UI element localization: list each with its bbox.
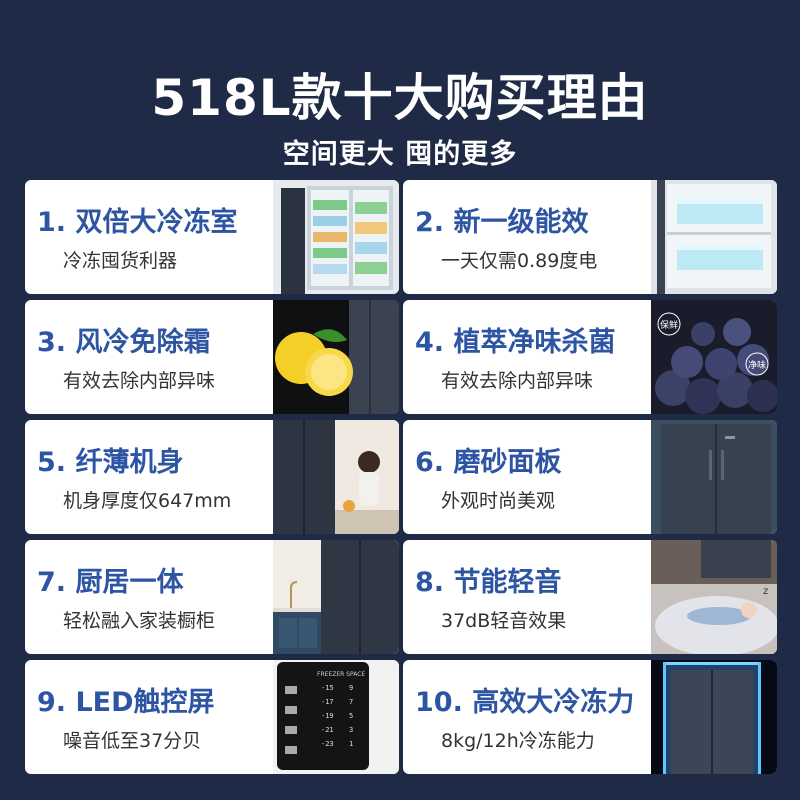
reason-card-10: 10. 高效大冷冻力 8kg/12h冷冻能力 bbox=[403, 660, 777, 774]
panel-temp: -21 bbox=[321, 726, 334, 734]
reason-card-8: 8. 节能轻音 37dB轻音效果 z bbox=[403, 540, 777, 654]
panel-temp: -15 bbox=[321, 684, 334, 692]
page-title: 518L款十大购买理由 bbox=[151, 69, 649, 127]
reason-card-9: 9. LED触控屏 噪音低至37分贝 FREEZER SPACE -15 -17… bbox=[25, 660, 399, 774]
reason-card-2: 2. 新一级能效 一天仅需0.89度电 bbox=[403, 180, 777, 294]
reason-title: 3. 风冷免除霜 bbox=[37, 327, 211, 358]
reason-title: 10. 高效大冷冻力 bbox=[415, 687, 635, 718]
open-fridge-storage-image bbox=[273, 180, 399, 294]
blueberries-image: 保鲜 净味 bbox=[651, 300, 777, 414]
glowing-fridge-image bbox=[651, 660, 777, 774]
panel-temp: -17 bbox=[321, 698, 334, 706]
panel-num: 7 bbox=[349, 698, 353, 706]
reason-card-5: 5. 纤薄机身 机身厚度仅647mm bbox=[25, 420, 399, 534]
reason-desc: 噪音低至37分贝 bbox=[63, 730, 202, 752]
reason-title: 7. 厨居一体 bbox=[37, 567, 184, 598]
reason-card-1: 1. 双倍大冷冻室 冷冻囤货利器 bbox=[25, 180, 399, 294]
reason-title: 2. 新一级能效 bbox=[415, 207, 589, 238]
frosted-panel-fridge-image bbox=[651, 420, 777, 534]
reason-title: 9. LED触控屏 bbox=[37, 687, 215, 718]
clean-badge: 净味 bbox=[748, 359, 766, 371]
kitchen-cabinet-fridge-image bbox=[273, 540, 399, 654]
lemon-fridge-image bbox=[273, 300, 399, 414]
woman-kitchen-fridge-image bbox=[273, 420, 399, 534]
reason-title: 4. 植萃净味杀菌 bbox=[415, 327, 616, 358]
panel-temp: -19 bbox=[321, 712, 334, 720]
reason-desc: 37dB轻音效果 bbox=[441, 610, 567, 632]
reason-desc: 机身厚度仅647mm bbox=[63, 490, 232, 512]
reason-desc: 外观时尚美观 bbox=[441, 490, 556, 512]
panel-num: 3 bbox=[349, 726, 353, 734]
panel-num: 5 bbox=[349, 712, 353, 720]
panel-num: 9 bbox=[349, 684, 353, 692]
fridge-cooling-interior-image bbox=[651, 180, 777, 294]
reason-desc: 冷冻囤货利器 bbox=[63, 250, 178, 272]
reason-desc: 有效去除内部异味 bbox=[63, 370, 216, 392]
svg-text:z: z bbox=[763, 586, 768, 597]
sleeping-baby-image: z bbox=[651, 540, 777, 654]
reason-title: 5. 纤薄机身 bbox=[37, 447, 184, 478]
reason-desc: 8kg/12h冷冻能力 bbox=[441, 730, 595, 752]
reason-title: 1. 双倍大冷冻室 bbox=[37, 207, 238, 238]
reason-card-3: 3. 风冷免除霜 有效去除内部异味 bbox=[25, 300, 399, 414]
reason-desc: 轻松融入家装橱柜 bbox=[63, 610, 216, 632]
reason-card-4: 4. 植萃净味杀菌 有效去除内部异味 保鲜 净味 bbox=[403, 300, 777, 414]
reason-title: 6. 磨砂面板 bbox=[415, 447, 562, 478]
panel-temp: -23 bbox=[321, 740, 334, 748]
reason-card-6: 6. 磨砂面板 外观时尚美观 bbox=[403, 420, 777, 534]
reason-title: 8. 节能轻音 bbox=[415, 567, 562, 598]
page-subtitle: 空间更大 囤的更多 bbox=[282, 139, 518, 170]
panel-num: 1 bbox=[349, 740, 353, 748]
reason-desc: 有效去除内部异味 bbox=[441, 370, 594, 392]
reason-desc: 一天仅需0.89度电 bbox=[441, 250, 598, 272]
fresh-badge: 保鲜 bbox=[660, 319, 678, 331]
led-touch-panel-image: FREEZER SPACE -15 -17 -19 -21 -23 9 7 5 … bbox=[273, 660, 399, 774]
panel-header: FREEZER SPACE bbox=[317, 671, 365, 678]
reason-card-7: 7. 厨居一体 轻松融入家装橱柜 bbox=[25, 540, 399, 654]
